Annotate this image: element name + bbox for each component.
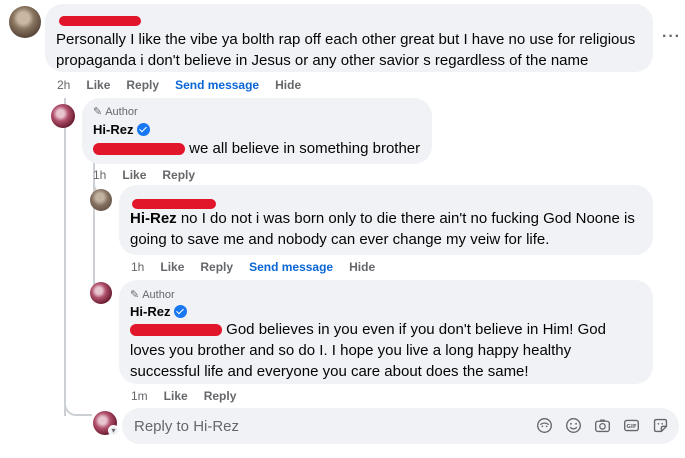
like-button[interactable]: Like <box>86 78 110 92</box>
reply2-text: Hi-Rez no I do not i was born only to di… <box>130 210 635 248</box>
reply1-time[interactable]: 1h <box>93 168 106 182</box>
reply-button[interactable]: Reply <box>126 78 159 92</box>
author-badge: ✎ Author <box>93 105 138 119</box>
reply3-author-name[interactable]: Hi-Rez <box>130 304 188 319</box>
redacted-mention <box>130 324 222 337</box>
hide-button[interactable]: Hide <box>349 260 375 274</box>
reply1-bubble: ✎ Author Hi-Rez we all believe in someth… <box>82 98 432 164</box>
send-message-link[interactable]: Send message <box>175 78 259 92</box>
reply3-text: God believes in you even if you don't be… <box>130 321 606 380</box>
reply-button[interactable]: Reply <box>204 389 237 403</box>
svg-text:GIF: GIF <box>626 424 637 430</box>
verified-badge-icon <box>174 305 188 318</box>
comment-text: Personally I like the vibe ya bolth rap … <box>56 31 636 69</box>
thread-line-main <box>64 98 66 416</box>
reply2-bubble: Hi-Rez no I do not i was born only to di… <box>119 185 653 255</box>
replier-avatar[interactable] <box>90 189 112 211</box>
avatar-dropdown-icon[interactable]: ▾ <box>108 425 119 436</box>
commenter-avatar[interactable] <box>9 6 41 38</box>
mention-hirez[interactable]: Hi-Rez <box>130 210 177 227</box>
sticker-icon[interactable] <box>652 417 669 434</box>
comment-bubble: Personally I like the vibe ya bolth rap … <box>45 4 653 72</box>
author-avatar[interactable] <box>51 104 75 128</box>
comment-time[interactable]: 2h <box>57 78 70 92</box>
reply1-text: we all believe in something brother <box>93 138 420 159</box>
verified-badge-icon <box>137 123 151 136</box>
redaction-mark <box>59 16 141 26</box>
reply3-time[interactable]: 1m <box>131 389 148 403</box>
reply1-author-name[interactable]: Hi-Rez <box>93 122 151 137</box>
avatar-sticker-icon[interactable] <box>536 417 553 434</box>
hide-button[interactable]: Hide <box>275 78 301 92</box>
emoji-icon[interactable] <box>565 417 582 434</box>
more-options-icon[interactable]: ··· <box>662 28 681 46</box>
author-badge: ✎ Author <box>130 288 175 302</box>
send-message-link[interactable]: Send message <box>249 260 333 274</box>
reply-input[interactable]: Reply to Hi-Rez GIF <box>122 408 679 444</box>
redacted-mention <box>93 143 185 156</box>
pencil-icon: ✎ <box>130 289 140 301</box>
author-avatar[interactable] <box>90 282 112 304</box>
composer-tools: GIF <box>536 417 669 434</box>
like-button[interactable]: Like <box>164 389 188 403</box>
like-button[interactable]: Like <box>122 168 146 182</box>
comment-actions: 2h Like Reply Send message Hide <box>57 78 301 92</box>
reply3-actions: 1m Like Reply <box>131 389 236 403</box>
camera-icon[interactable] <box>594 417 611 434</box>
gif-icon[interactable]: GIF <box>623 417 640 434</box>
reply-button[interactable]: Reply <box>200 260 233 274</box>
reply-placeholder: Reply to Hi-Rez <box>134 417 240 435</box>
reply-button[interactable]: Reply <box>162 168 195 182</box>
reply1-actions: 1h Like Reply <box>93 168 195 182</box>
pencil-icon: ✎ <box>93 106 103 118</box>
reply2-time[interactable]: 1h <box>131 260 144 274</box>
reply3-bubble: ✎ Author Hi-Rez God believes in you even… <box>119 280 653 384</box>
reply2-actions: 1h Like Reply Send message Hide <box>131 260 375 274</box>
like-button[interactable]: Like <box>160 260 184 274</box>
thread-curve-replybox <box>64 398 92 416</box>
